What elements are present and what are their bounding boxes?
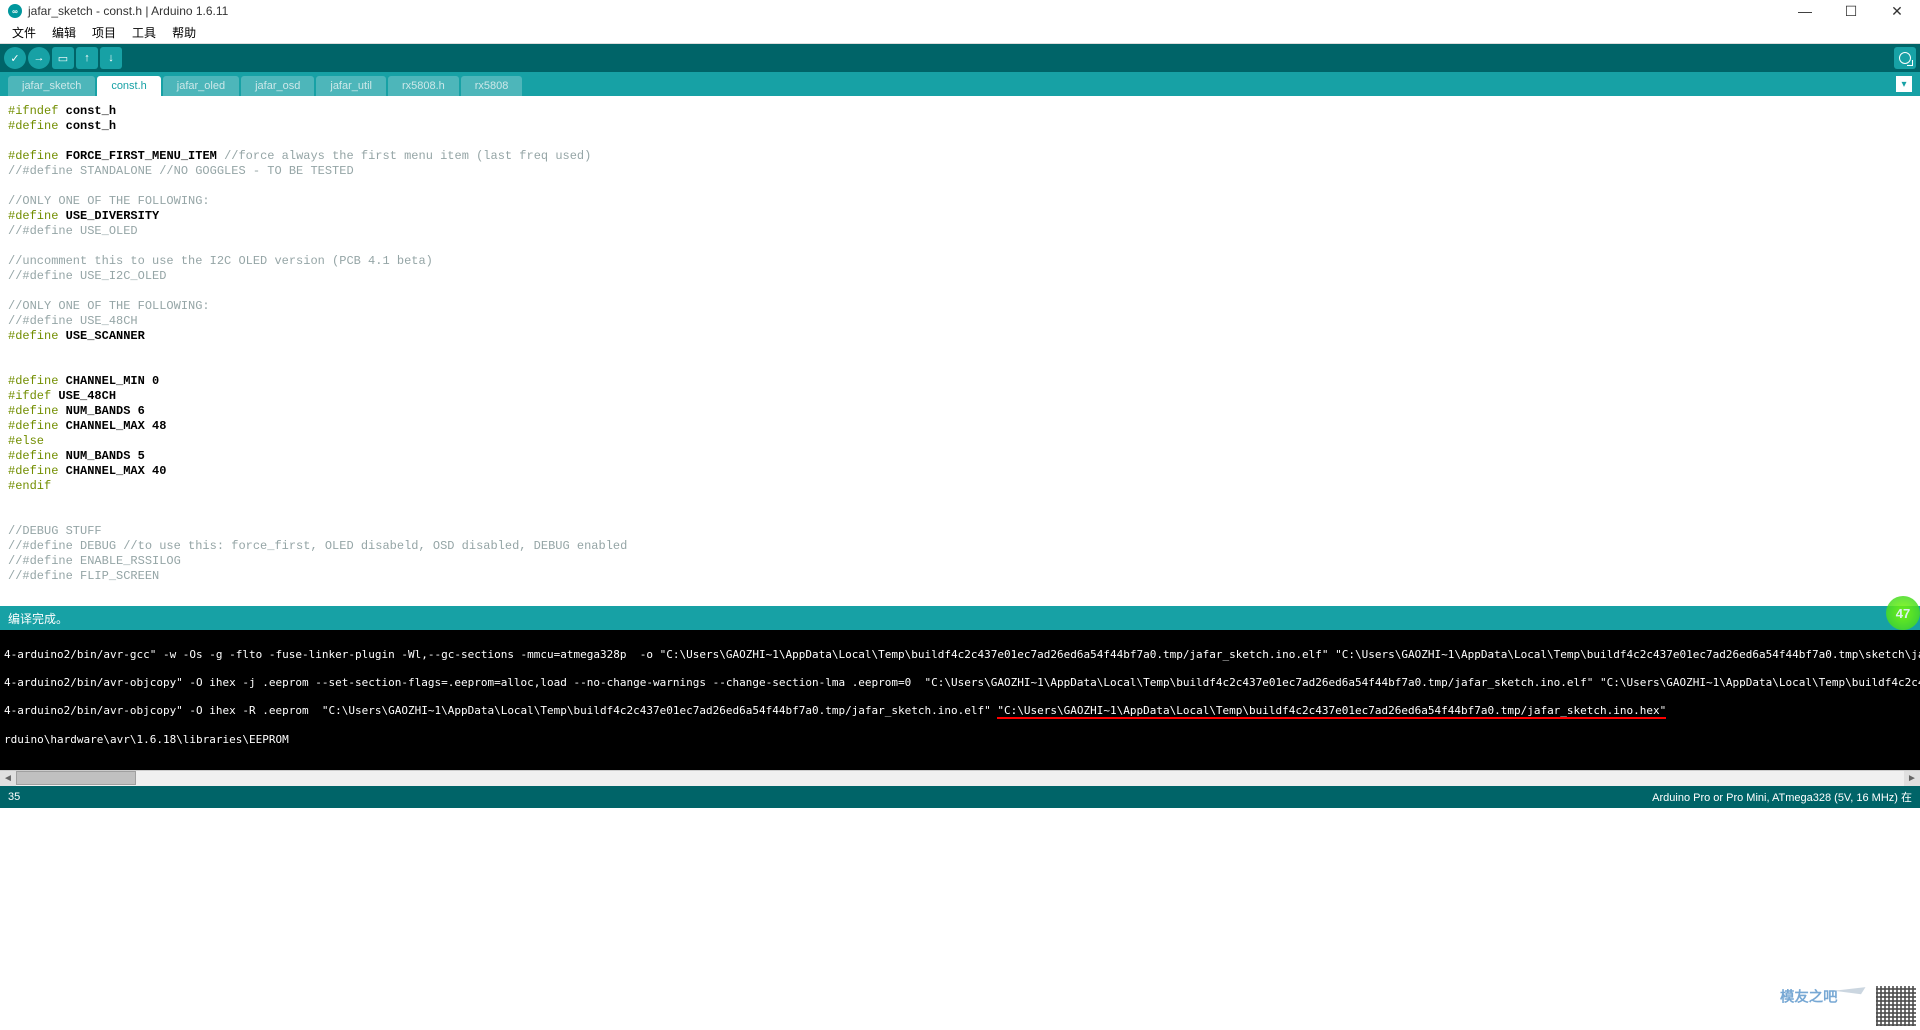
tab-rx5808-h[interactable]: rx5808.h — [388, 76, 459, 96]
minimize-button[interactable]: — — [1782, 0, 1828, 22]
tab-jafar-sketch[interactable]: jafar_sketch — [8, 76, 95, 96]
arrow-down-icon: ↓ — [108, 52, 114, 64]
compile-status-text: 编译完成。 — [8, 610, 68, 627]
chevron-down-icon: ▾ — [1901, 79, 1906, 90]
upload-button[interactable]: → — [28, 47, 50, 69]
code-editor[interactable]: #ifndef const_h #define const_h #define … — [0, 96, 1920, 606]
serial-monitor-icon — [1899, 52, 1911, 64]
scroll-track[interactable] — [16, 771, 1904, 787]
toolbar: ✓ → ▭ ↑ ↓ — [0, 44, 1920, 72]
menu-file[interactable]: 文件 — [4, 24, 44, 41]
menu-tools[interactable]: 工具 — [124, 24, 164, 41]
menu-help[interactable]: 帮助 — [164, 24, 204, 41]
console-line: rduino\hardware\avr\1.6.18\libraries\EEP… — [4, 733, 1916, 747]
scroll-left-button[interactable]: ◄ — [0, 771, 16, 787]
open-sketch-button[interactable]: ↑ — [76, 47, 98, 69]
console-line: 4-arduino2/bin/avr-gcc" -w -Os -g -flto … — [4, 648, 1916, 662]
console-output[interactable]: 4-arduino2/bin/avr-gcc" -w -Os -g -flto … — [0, 630, 1920, 770]
title-bar: ∞ jafar_sketch - const.h | Arduino 1.6.1… — [0, 0, 1920, 22]
maximize-button[interactable]: ☐ — [1828, 0, 1874, 22]
window-title: jafar_sketch - const.h | Arduino 1.6.11 — [28, 4, 228, 18]
watermark-logo: 模友之吧 — [1780, 982, 1870, 1012]
file-icon: ▭ — [58, 52, 68, 65]
compile-status-bar: 编译完成。 — [0, 606, 1920, 630]
scroll-right-button[interactable]: ► — [1904, 771, 1920, 787]
save-sketch-button[interactable]: ↓ — [100, 47, 122, 69]
scroll-thumb[interactable] — [16, 771, 136, 785]
close-button[interactable]: ✕ — [1874, 0, 1920, 22]
serial-monitor-button[interactable] — [1894, 47, 1916, 69]
console-line: 4-arduino2/bin/avr-objcopy" -O ihex -R .… — [4, 704, 1916, 719]
hex-path-highlight: "C:\Users\GAOZHI~1\AppData\Local\Temp\bu… — [997, 705, 1666, 719]
tab-const-h[interactable]: const.h — [97, 76, 160, 96]
tab-menu-dropdown[interactable]: ▾ — [1896, 76, 1912, 92]
arrow-up-icon: ↑ — [84, 52, 90, 64]
menu-sketch[interactable]: 项目 — [84, 24, 124, 41]
menu-bar: 文件 编辑 项目 工具 帮助 — [0, 22, 1920, 44]
tab-jafar-util[interactable]: jafar_util — [316, 76, 386, 96]
tab-bar: jafar_sketch const.h jafar_oled jafar_os… — [0, 72, 1920, 96]
check-icon: ✓ — [10, 52, 19, 65]
verify-button[interactable]: ✓ — [4, 47, 26, 69]
horizontal-scrollbar[interactable]: ◄ ► — [0, 770, 1920, 786]
arrow-right-icon: → — [34, 52, 45, 64]
bottom-status-bar: 35 Arduino Pro or Pro Mini, ATmega328 (5… — [0, 786, 1920, 808]
new-sketch-button[interactable]: ▭ — [52, 47, 74, 69]
tab-rx5808[interactable]: rx5808 — [461, 76, 523, 96]
svg-text:模友之吧: 模友之吧 — [1780, 988, 1838, 1006]
watermark-qrcode-icon — [1874, 984, 1918, 1028]
menu-edit[interactable]: 编辑 — [44, 24, 84, 41]
board-info: Arduino Pro or Pro Mini, ATmega328 (5V, … — [1652, 789, 1912, 805]
arduino-logo-icon: ∞ — [8, 4, 22, 18]
code-content: #ifndef const_h #define const_h #define … — [0, 96, 1920, 592]
tab-jafar-osd[interactable]: jafar_osd — [241, 76, 314, 96]
tab-jafar-oled[interactable]: jafar_oled — [163, 76, 239, 96]
console-line: 4-arduino2/bin/avr-objcopy" -O ihex -j .… — [4, 676, 1916, 690]
line-number: 35 — [8, 791, 20, 803]
